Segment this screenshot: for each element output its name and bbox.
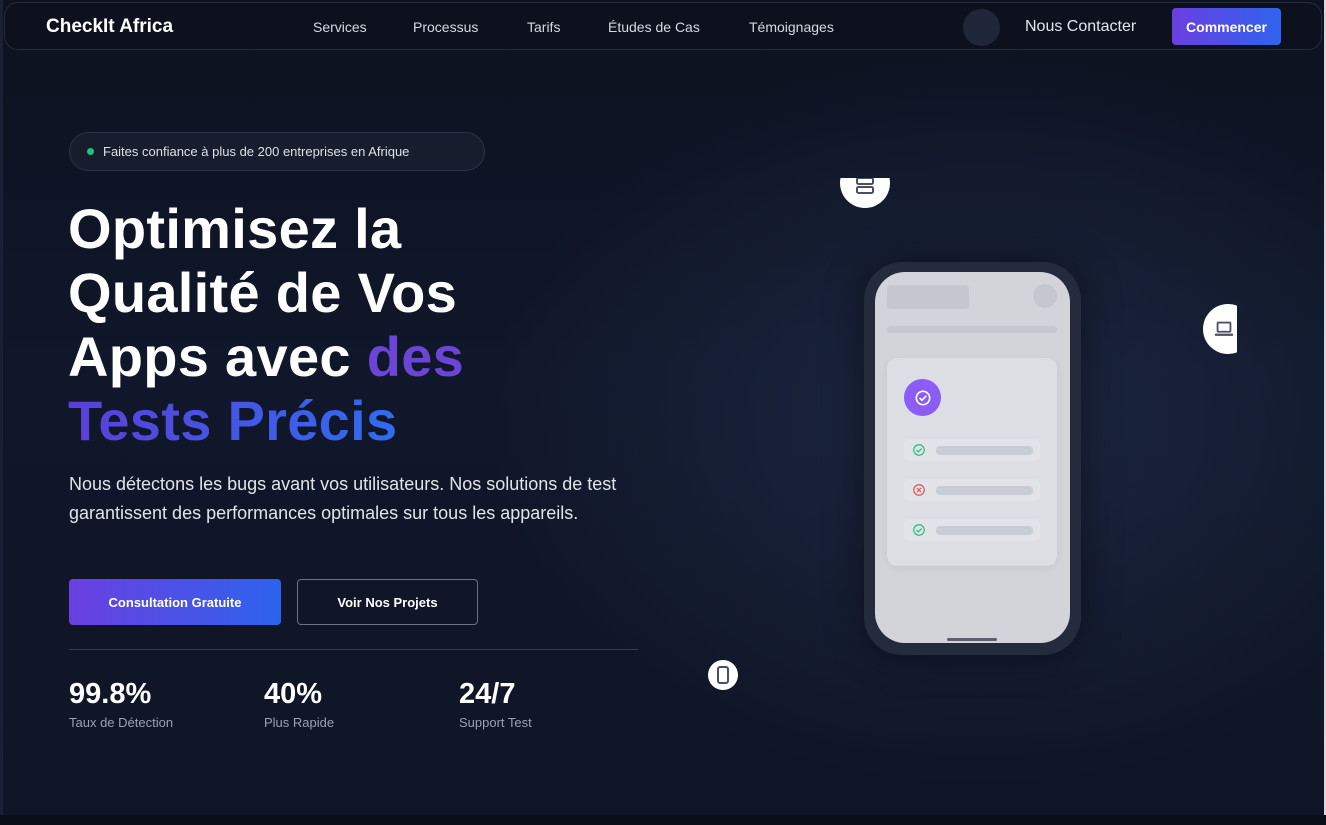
hero-title-line-4-wrap: Tests Précis [68, 389, 464, 453]
stat-value: 99.8% [69, 678, 152, 710]
hero-title-line-2: Qualité de Vos [68, 261, 458, 324]
hero-title-line-4: Tests Précis [68, 389, 398, 452]
skeleton-line [887, 326, 1057, 333]
top-navbar: CheckIt Africa Services Processus Tarifs… [4, 2, 1322, 50]
x-circle-icon [913, 484, 925, 496]
nav-link-services[interactable]: Services [313, 19, 367, 35]
hero-title-line-1: Optimisez la [68, 197, 402, 260]
hero-description: Nous détectons les bugs avant vos utilis… [69, 474, 617, 523]
contact-link[interactable]: Nous Contacter [1025, 18, 1136, 36]
skeleton-header [887, 285, 969, 309]
view-projects-button[interactable]: Voir Nos Projets [297, 579, 478, 625]
hero-title-line-3: Apps avec des [68, 325, 464, 389]
hero-title-line-3-plain: Apps avec [68, 325, 367, 388]
trust-badge: Faites confiance à plus de 200 entrepris… [69, 132, 485, 171]
server-icon [840, 178, 890, 208]
stats-divider [69, 649, 638, 650]
stat-label: Taux de Détection [69, 715, 174, 730]
hero-title: Optimisez la Qualité de Vos Apps avec de… [68, 197, 464, 453]
stat-value: 40% [264, 678, 323, 710]
test-row-pass [904, 519, 1040, 541]
stat-support: 24/7 Support Test [459, 677, 532, 730]
trust-badge-text: Faites confiance à plus de 200 entrepris… [103, 144, 410, 159]
home-indicator [947, 638, 997, 641]
bottom-edge [0, 815, 1326, 825]
check-circle-icon [913, 524, 925, 536]
brand-logo[interactable]: CheckIt Africa [46, 16, 173, 38]
status-dot-icon [87, 148, 94, 155]
stat-value: 24/7 [459, 678, 516, 710]
free-consultation-button[interactable]: Consultation Gratuite [69, 579, 281, 625]
test-row-fail [904, 479, 1040, 501]
skeleton-bar [936, 446, 1033, 455]
stat-label: Plus Rapide [264, 715, 335, 730]
page: CheckIt Africa Services Processus Tarifs… [0, 0, 1326, 825]
check-circle-icon [904, 379, 941, 416]
nav-link-temoignages[interactable]: Témoignages [749, 19, 834, 35]
nav-link-processus[interactable]: Processus [413, 19, 478, 35]
skeleton-bar [936, 486, 1033, 495]
phone-icon [708, 660, 738, 690]
stat-label: Support Test [459, 715, 532, 730]
nav-link-etudes-de-cas[interactable]: Études de Cas [608, 19, 700, 35]
nav-link-tarifs[interactable]: Tarifs [527, 19, 560, 35]
hero-title-accent: des [366, 325, 465, 388]
phone-screen [875, 272, 1070, 643]
theme-toggle-button[interactable] [963, 9, 1000, 46]
laptop-icon [1203, 304, 1237, 354]
window-edge [0, 0, 3, 825]
skeleton-avatar [1033, 284, 1057, 308]
stat-speed: 40% Plus Rapide [264, 677, 334, 730]
start-button[interactable]: Commencer [1172, 8, 1281, 45]
stat-detection: 99.8% Taux de Détection [69, 677, 173, 730]
check-circle-icon [913, 444, 925, 456]
test-row-pass [904, 439, 1040, 461]
skeleton-bar [936, 526, 1033, 535]
test-results-card [887, 358, 1057, 566]
